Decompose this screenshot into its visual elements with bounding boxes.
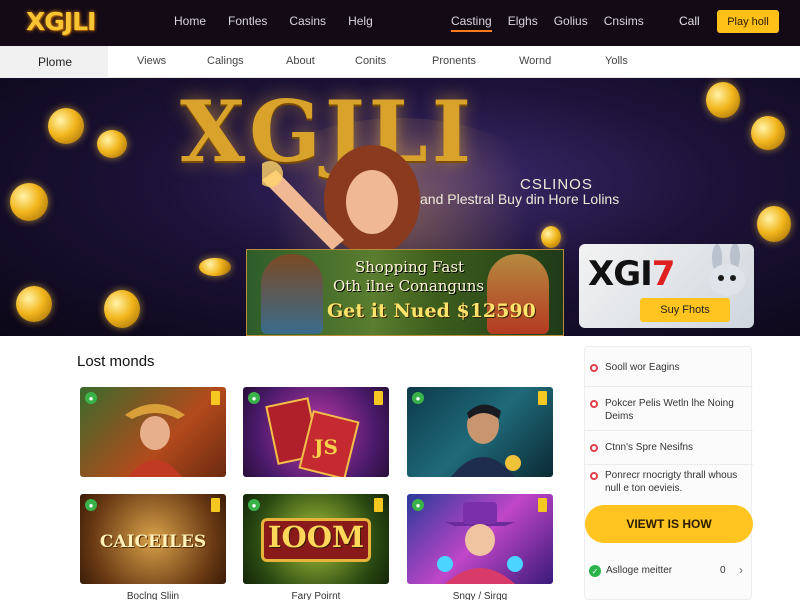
topnav-item-golius[interactable]: Golius [554, 14, 588, 32]
sidebar-item-label: Pokcer Pelis Wetln lhe Noing Deims [605, 398, 734, 422]
coin-icon [751, 116, 785, 150]
subnav-home-tab[interactable]: Plome [0, 46, 108, 78]
sidebar-item-label: Sooll wor Eagins [605, 362, 680, 373]
game-card-caption: Fary Poirnt [291, 591, 341, 600]
coin-icon [10, 183, 48, 221]
game-card[interactable]: ● JS [243, 387, 389, 477]
game-thumbnail [451, 404, 521, 477]
coin-icon [104, 290, 140, 328]
sidebar-item[interactable]: Pokcer Pelis Wetln lhe Noing Deims [585, 397, 753, 431]
coin-icon [757, 206, 791, 242]
side-promo-banner[interactable]: XGI7 Suy Fhots [579, 244, 754, 328]
chevron-right-icon[interactable]: › [739, 563, 743, 577]
game-card-label: CAICEILES [99, 532, 207, 552]
subnav-item-wornd[interactable]: Wornd [519, 55, 551, 67]
topnav-item-casting[interactable]: Casting [451, 14, 492, 32]
coin-icon [16, 286, 52, 322]
call-link[interactable]: Call [679, 14, 700, 28]
coin-icon [706, 82, 740, 118]
play-button[interactable]: Play holl [717, 10, 779, 33]
bullet-icon [590, 364, 598, 372]
topnav-item-elghs[interactable]: Elghs [508, 14, 538, 32]
game-card[interactable]: ● IOOM [243, 494, 389, 584]
topnav-item-cnsims[interactable]: Cnsims [604, 14, 644, 32]
promo-line-2: Oth ilne Conanguns [333, 277, 485, 295]
status-badge-icon: ● [85, 499, 97, 511]
topnav-item-fontles[interactable]: Fontles [228, 14, 267, 28]
bookmark-icon[interactable] [538, 391, 547, 405]
topnav-item-home[interactable]: Home [174, 14, 206, 28]
game-card[interactable]: ● [407, 494, 553, 584]
sidebar-item[interactable]: Sooll wor Eagins [585, 361, 753, 387]
status-badge-icon: ● [248, 499, 260, 511]
hero-banner[interactable]: XGJLI CSLINOS and Plestral Buy din Hore … [0, 78, 800, 336]
bookmark-icon[interactable] [374, 498, 383, 512]
sidebar-footer-count: 0 [720, 565, 726, 576]
game-card-caption: Sngy / Sirgg [452, 591, 508, 600]
sub-nav: Plome Views Calings About Conits Pronent… [0, 46, 800, 78]
promo-banner[interactable]: Shopping Fast Oth ilne Conanguns Get it … [246, 249, 564, 336]
bullet-icon [590, 400, 598, 408]
sidebar-panel: Sooll wor Eagins Pokcer Pelis Wetln lhe … [584, 346, 753, 600]
bullet-icon [590, 444, 598, 452]
check-icon: ✓ [589, 565, 601, 577]
coin-icon [48, 108, 84, 144]
status-badge-icon: ● [85, 392, 97, 404]
promo-character-right [487, 254, 549, 334]
top-nav-right: Casting Elghs Golius Cnsims [451, 14, 644, 32]
coin-icon [541, 226, 561, 248]
promo-character-left [261, 254, 323, 334]
bullet-icon [590, 472, 598, 480]
bookmark-icon[interactable] [211, 498, 220, 512]
subnav-item-conits[interactable]: Conits [355, 55, 386, 67]
subnav-item-about[interactable]: About [286, 55, 315, 67]
top-nav-left: Home Fontles Casins Helg [174, 14, 373, 28]
game-card[interactable]: ● [80, 387, 226, 477]
game-thumbnail [125, 404, 185, 477]
game-card-label: JS [314, 435, 338, 459]
status-badge-icon: ● [412, 392, 424, 404]
sidebar-item-label: Ctnn's Spre Nesifns [605, 442, 694, 453]
hero-subtitle: and Plestral Buy din Hore Lolins [420, 191, 620, 207]
game-card[interactable]: ● CAICEILES [80, 494, 226, 584]
status-badge-icon: ● [412, 499, 424, 511]
game-card[interactable]: ● [407, 387, 553, 477]
sidebar-item[interactable]: Ponrecr rnocrigty thrall whous null e to… [585, 469, 753, 499]
sidebar-item[interactable]: Ctnn's Spre Nesifns [585, 441, 753, 465]
coin-icon [97, 130, 127, 158]
subnav-item-pronents[interactable]: Pronents [432, 55, 476, 67]
promo-line-1: Shopping Fast [355, 258, 465, 276]
sidebar-footer-label: Aslloge meitter [606, 565, 673, 576]
bookmark-icon[interactable] [374, 391, 383, 405]
subnav-item-views[interactable]: Views [137, 55, 166, 67]
bookmark-icon[interactable] [211, 391, 220, 405]
view-now-button[interactable]: VIEWT IS HOW [585, 505, 753, 543]
subnav-item-yolls[interactable]: Yolls [605, 55, 628, 67]
topnav-item-helg[interactable]: Helg [348, 14, 373, 28]
coin-icon [199, 258, 231, 276]
sidebar-item-label: Ponrecr rnocrigty thrall whous null e to… [605, 470, 738, 494]
topnav-item-casins[interactable]: Casins [289, 14, 326, 28]
section-title: Lost monds [77, 353, 155, 370]
side-banner-title: XGI7 [588, 254, 675, 294]
game-thumbnail [437, 502, 523, 584]
subnav-item-calings[interactable]: Calings [207, 55, 244, 67]
rabbit-mascot-icon [709, 244, 745, 296]
game-card-caption: Boclng Sliin [126, 591, 180, 600]
bookmark-icon[interactable] [538, 498, 547, 512]
top-bar: XGJLI Home Fontles Casins Helg Casting E… [0, 0, 800, 46]
status-badge-icon: ● [248, 392, 260, 404]
side-banner-button[interactable]: Suy Fhots [640, 298, 730, 322]
brand-logo[interactable]: XGJLI [26, 7, 96, 36]
promo-offer: Get it Nued $12590 [327, 300, 536, 322]
game-card-label: IOOM [267, 520, 365, 554]
